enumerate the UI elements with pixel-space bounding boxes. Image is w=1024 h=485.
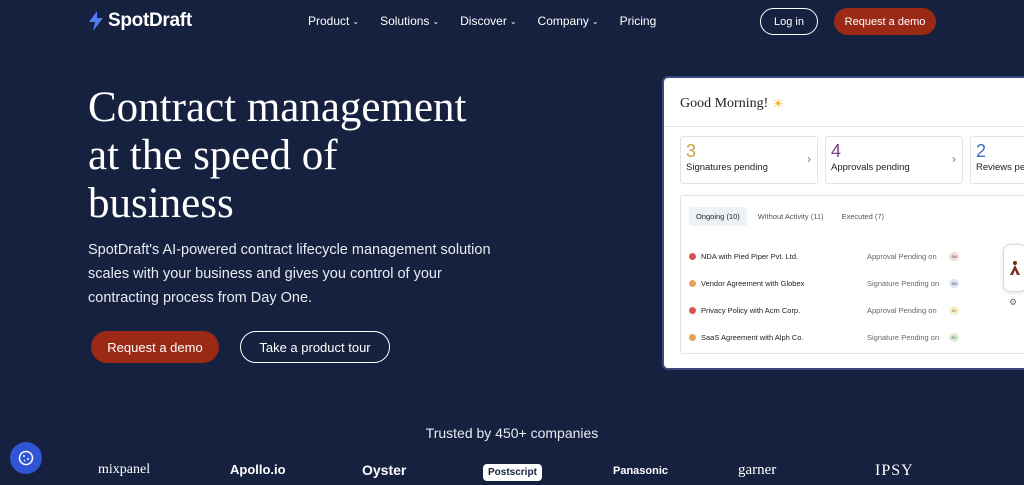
logo-oyster: Oyster	[362, 462, 407, 478]
chevron-down-icon: ⌄	[352, 16, 360, 26]
login-button[interactable]: Log in	[760, 8, 818, 35]
list-item[interactable]: SaaS Agreement with Alph Co. Signature P…	[689, 333, 1024, 342]
stat-signatures-pending[interactable]: 3 Signatures pending ›	[680, 136, 818, 184]
greeting: Good Morning! ☀	[680, 96, 784, 111]
product-tour-button[interactable]: Take a product tour	[240, 331, 390, 363]
contract-icon	[689, 334, 696, 341]
assistant-widget[interactable]	[1003, 244, 1024, 292]
request-demo-button-nav[interactable]: Request a demo	[834, 8, 936, 35]
logo-postscript: Postscript	[483, 464, 542, 481]
contract-icon	[689, 253, 696, 260]
tab-without-activity[interactable]: Without Activity (11)	[751, 207, 831, 226]
logo-mixpanel: mixpanel	[98, 462, 151, 477]
contract-status: Approval Pending on	[867, 252, 937, 261]
contract-name: Vendor Agreement with Globex	[701, 279, 805, 288]
contract-name: SaaS Agreement with Alph Co.	[701, 333, 804, 342]
chevron-down-icon: ⌄	[509, 16, 517, 26]
request-demo-button[interactable]: Request a demo	[91, 331, 219, 363]
contract-status: Signature Pending on	[867, 279, 940, 288]
stats-row: 3 Signatures pending › 4 Approvals pendi…	[680, 136, 1024, 184]
tab-ongoing[interactable]: Ongoing (10)	[689, 207, 747, 226]
contract-name: NDA with Pied Piper Pvt. Ltd.	[701, 252, 799, 261]
logo-garner: garner	[738, 462, 777, 478]
list-item[interactable]: Vendor Agreement with Globex Signature P…	[689, 279, 1024, 288]
assignee-avatar: JM	[949, 252, 959, 261]
stat-label: Approvals pending	[831, 162, 910, 173]
contract-icon	[689, 280, 696, 287]
hero-title: Contract management at the speed of busi…	[88, 84, 508, 228]
sun-icon: ☀	[772, 96, 784, 111]
assignee-avatar: JM	[949, 279, 959, 288]
contract-status: Signature Pending on	[867, 333, 940, 342]
stat-approvals-pending[interactable]: 4 Approvals pending ›	[825, 136, 963, 184]
hero-title-line: at the speed of	[88, 132, 338, 179]
list-item[interactable]: NDA with Pied Piper Pvt. Ltd. Approval P…	[689, 252, 1024, 261]
contract-icon	[689, 307, 696, 314]
logo-panasonic: Panasonic	[613, 465, 669, 477]
stat-value: 4	[831, 141, 842, 161]
chevron-right-icon: ›	[807, 152, 811, 166]
nav-company[interactable]: Company ⌄	[538, 14, 599, 28]
nav-pricing[interactable]: Pricing	[620, 14, 657, 28]
contracts-tabs: Ongoing (10) Without Activity (11) Execu…	[689, 207, 891, 226]
stat-value: 2	[976, 141, 987, 161]
nav-solutions[interactable]: Solutions ⌄	[380, 14, 439, 28]
gear-icon[interactable]: ⚙	[1009, 297, 1017, 308]
contracts-list: Ongoing (10) Without Activity (11) Execu…	[680, 195, 1024, 354]
stat-label: Signatures pending	[686, 162, 768, 173]
hero-title-line: Contract management	[88, 84, 467, 131]
trusted-heading: Trusted by 450+ companies	[425, 425, 599, 441]
person-icon	[1010, 261, 1020, 275]
list-item[interactable]: Privacy Policy with Acm Corp. Approval P…	[689, 306, 1024, 315]
stat-reviews-pending[interactable]: 2 Reviews pen	[970, 136, 1024, 184]
spotdraft-logo[interactable]: SpotDraft	[88, 10, 192, 32]
cookie-icon	[18, 450, 34, 466]
logo-text: SpotDraft	[108, 10, 192, 31]
stat-value: 3	[686, 141, 697, 161]
logo-apollo: Apollo.io	[230, 462, 286, 477]
hero-title-line: business	[88, 180, 234, 227]
company-logos: mixpanel Apollo.io Oyster Postscript Pan…	[0, 462, 1024, 484]
assignee-avatar: RJ	[949, 333, 959, 342]
cookie-settings-button[interactable]	[10, 442, 42, 474]
divider	[664, 126, 1024, 127]
contract-status: Approval Pending on	[867, 306, 937, 315]
chevron-right-icon: ›	[952, 152, 956, 166]
logo-ipsy: IPSY	[875, 462, 914, 479]
assignee-avatar: KI	[949, 306, 959, 315]
nav-product[interactable]: Product ⌄	[308, 14, 359, 28]
contract-name: Privacy Policy with Acm Corp.	[701, 306, 801, 315]
chevron-down-icon: ⌄	[432, 16, 440, 26]
tab-executed[interactable]: Executed (7)	[835, 207, 892, 226]
stat-label: Reviews pen	[976, 162, 1024, 173]
dashboard-preview: Good Morning! ☀ 3 Signatures pending › 4…	[662, 76, 1024, 370]
chevron-down-icon: ⌄	[591, 16, 599, 26]
nav-discover[interactable]: Discover ⌄	[460, 14, 516, 28]
hero-description: SpotDraft's AI-powered contract lifecycl…	[88, 242, 491, 306]
spotdraft-logo-icon	[89, 11, 103, 31]
main-nav: Product ⌄ Solutions ⌄ Discover ⌄ Company ⌄ P…	[308, 14, 656, 28]
